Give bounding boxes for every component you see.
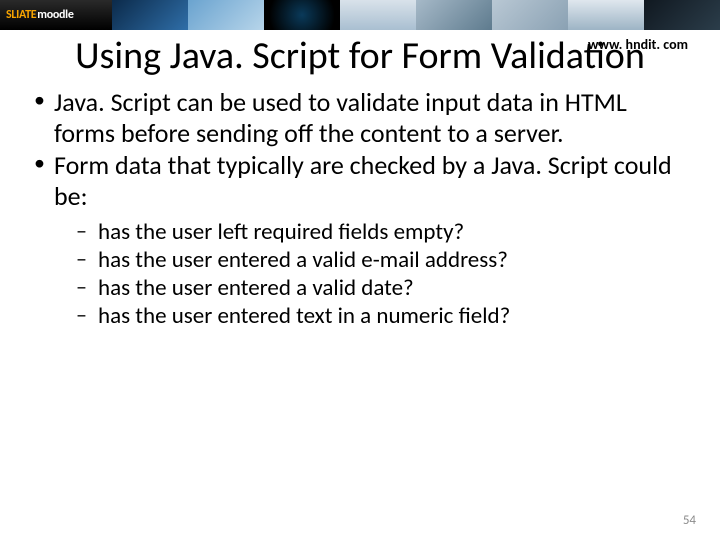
banner-cell — [568, 0, 644, 30]
banner-cell — [644, 0, 720, 30]
banner-cell — [112, 0, 188, 30]
title-row: www. hndit. com Using Java. Script for F… — [0, 36, 720, 77]
brand-logo: SLIATE moodle — [0, 0, 112, 30]
bullet-text: Form data that typically are checked by … — [54, 149, 672, 212]
banner-cell — [188, 0, 264, 30]
page-number: 54 — [683, 513, 696, 528]
brand-text-suffix: moodle — [37, 8, 73, 22]
header-url: www. hndit. com — [588, 36, 688, 53]
sub-bullet-list: has the user left required fields empty?… — [76, 218, 690, 330]
bullet-item: Java. Script can be used to validate inp… — [30, 87, 690, 148]
banner-cell — [340, 0, 416, 30]
bullet-item: Form data that typically are checked by … — [30, 150, 690, 330]
top-banner: SLIATE moodle — [0, 0, 720, 30]
sub-bullet-item: has the user entered text in a numeric f… — [76, 302, 690, 330]
sub-bullet-item: has the user entered a valid e-mail addr… — [76, 246, 690, 274]
banner-cell — [492, 0, 568, 30]
bullet-list: Java. Script can be used to validate inp… — [30, 87, 690, 330]
banner-cell — [264, 0, 340, 30]
brand-text-prefix: SLIATE — [6, 8, 36, 22]
slide: SLIATE moodle www. hndit. com Using Java… — [0, 0, 720, 540]
slide-body: Java. Script can be used to validate inp… — [0, 77, 720, 330]
sub-bullet-item: has the user left required fields empty? — [76, 218, 690, 246]
banner-collage — [112, 0, 720, 30]
banner-cell — [416, 0, 492, 30]
sub-bullet-item: has the user entered a valid date? — [76, 274, 690, 302]
